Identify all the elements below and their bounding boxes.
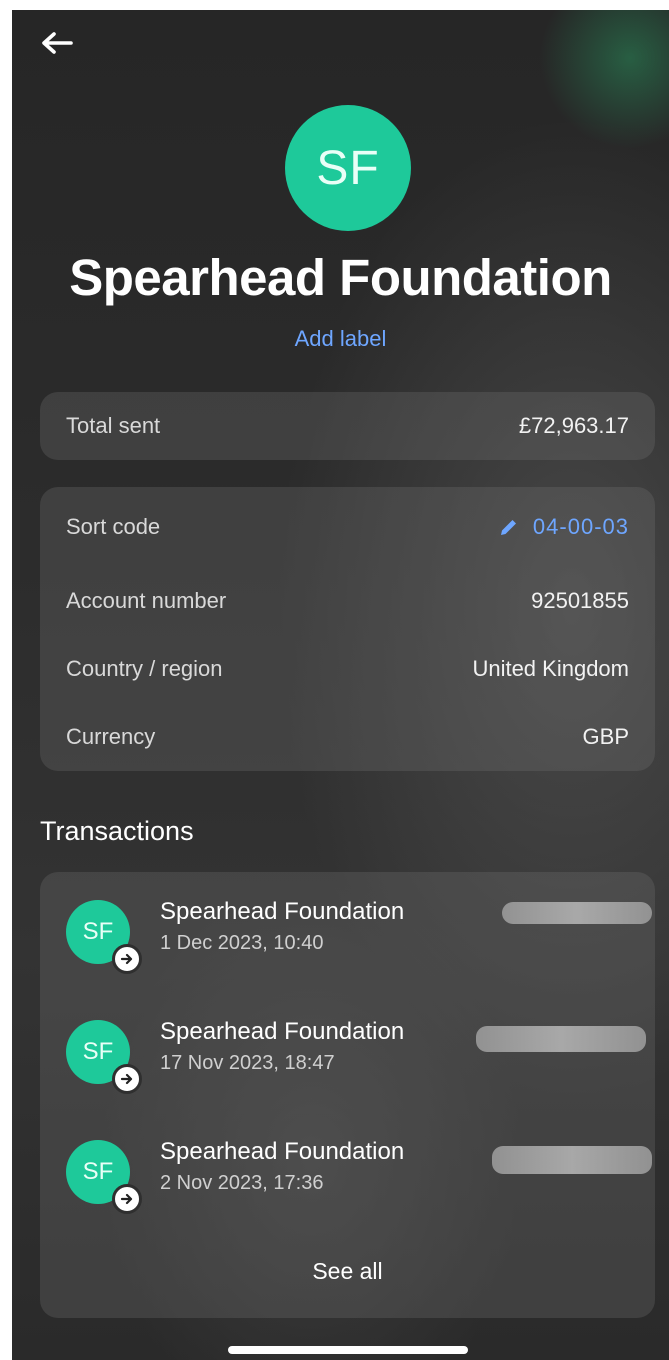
back-button[interactable] — [40, 28, 74, 58]
country-value: United Kingdom — [472, 656, 629, 681]
transaction-name: Spearhead Foundation — [160, 898, 405, 925]
transaction-date: 17 Nov 2023, 18:47 — [160, 1052, 335, 1074]
arrow-left-icon — [42, 32, 73, 54]
outgoing-arrow-icon — [112, 1184, 142, 1214]
transaction-name: Spearhead Foundation — [160, 1138, 405, 1165]
currency-label: Currency — [66, 724, 156, 749]
transaction-avatar-initials: SF — [82, 918, 114, 945]
transactions-card: SF Spearhead Foundation 1 Dec 2023, 10:4… — [40, 872, 655, 1318]
transaction-name: Spearhead Foundation — [160, 1018, 405, 1045]
avatar: SF — [285, 105, 411, 231]
outgoing-arrow-icon — [112, 1064, 142, 1094]
transaction-avatar-initials: SF — [82, 1038, 114, 1065]
outgoing-arrow-icon — [112, 944, 142, 974]
transaction-row[interactable]: SF Spearhead Foundation 17 Nov 2023, 18:… — [66, 1012, 646, 1094]
recipient-detail-screen: SF Spearhead Foundation Add label Total … — [12, 10, 669, 1360]
total-sent-value: £72,963.17 — [518, 413, 629, 438]
page-title: Spearhead Foundation — [69, 249, 612, 306]
account-details-card: Sort code 04-00-03 Account number 925018… — [40, 487, 655, 771]
sort-code-value: 04-00-03 — [532, 514, 629, 539]
redacted-amount — [502, 902, 652, 924]
account-number-row: Account number 92501855 — [66, 579, 629, 623]
redacted-amount — [492, 1146, 652, 1174]
transaction-date: 2 Nov 2023, 17:36 — [160, 1172, 324, 1194]
transactions-heading: Transactions — [40, 816, 194, 846]
transaction-row[interactable]: SF Spearhead Foundation 2 Nov 2023, 17:3… — [66, 1132, 652, 1214]
see-all-button[interactable]: See all — [40, 1258, 655, 1285]
sort-code-row: Sort code 04-00-03 — [66, 505, 629, 549]
total-sent-row: Total sent £72,963.17 — [66, 392, 629, 460]
country-row: Country / region United Kingdom — [66, 647, 629, 691]
account-number-value: 92501855 — [531, 588, 629, 613]
sort-code-label: Sort code — [66, 514, 161, 539]
avatar-initials: SF — [316, 141, 380, 195]
currency-row: Currency GBP — [66, 715, 629, 759]
transaction-date: 1 Dec 2023, 10:40 — [160, 932, 324, 954]
currency-value: GBP — [582, 724, 629, 749]
sort-code-edit[interactable]: 04-00-03 — [499, 514, 629, 540]
home-indicator[interactable] — [228, 1346, 468, 1354]
transaction-avatar-initials: SF — [82, 1158, 114, 1185]
country-label: Country / region — [66, 656, 223, 681]
redacted-amount — [476, 1026, 646, 1052]
account-number-label: Account number — [66, 588, 227, 613]
add-label-link[interactable]: Add label — [12, 326, 669, 352]
total-sent-card: Total sent £72,963.17 — [40, 392, 655, 460]
transaction-row[interactable]: SF Spearhead Foundation 1 Dec 2023, 10:4… — [66, 892, 652, 974]
pencil-icon — [500, 520, 516, 535]
total-sent-label: Total sent — [66, 413, 161, 438]
